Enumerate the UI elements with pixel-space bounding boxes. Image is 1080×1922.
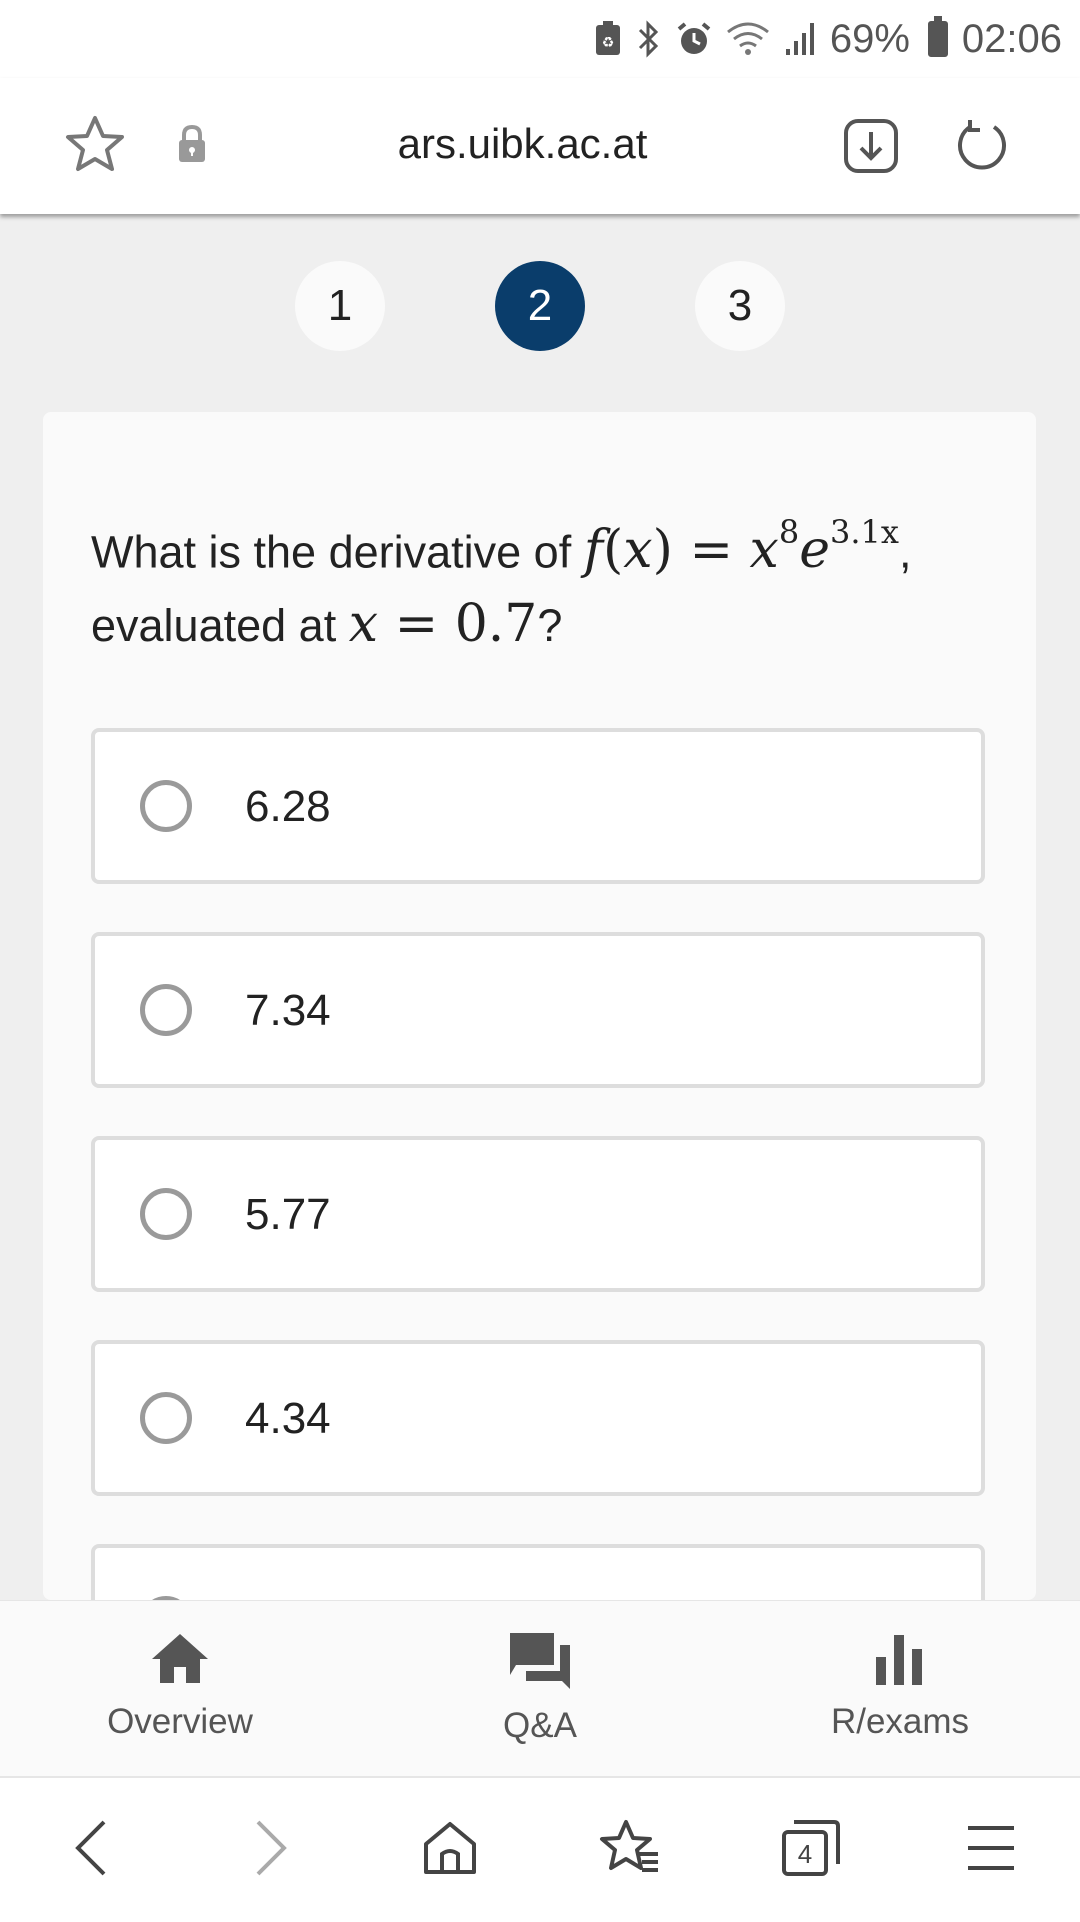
home-page-icon[interactable] — [420, 1818, 480, 1883]
radio-button[interactable] — [140, 780, 192, 832]
forum-icon — [510, 1633, 570, 1689]
radio-button[interactable] — [140, 1392, 192, 1444]
forward-icon[interactable] — [252, 1818, 292, 1883]
back-icon[interactable] — [70, 1818, 110, 1883]
download-icon[interactable] — [843, 118, 899, 179]
question-prefix: What is the derivative of — [91, 526, 572, 578]
formula: f(x) = x8e3.1x — [583, 513, 899, 581]
radio-button[interactable] — [140, 1188, 192, 1240]
radio-button[interactable] — [140, 984, 192, 1036]
question-pager: 1 2 3 — [295, 261, 785, 351]
nav-rexams[interactable]: R/exams — [750, 1631, 1050, 1742]
nav-label: Q&A — [503, 1706, 577, 1745]
question-line2: evaluated at — [91, 600, 337, 652]
nav-label: Overview — [107, 1702, 253, 1741]
browser-bottom-bar: 4 — [0, 1776, 1080, 1922]
answer-option-5[interactable] — [91, 1544, 985, 1600]
clock: 02:06 — [961, 16, 1062, 61]
eval-point: x = 0.7 — [348, 594, 538, 655]
recycle-icon: ♻ — [594, 21, 622, 57]
battery-percent: 69% — [829, 16, 910, 61]
home-icon — [152, 1634, 208, 1683]
reload-icon[interactable] — [953, 116, 1011, 179]
bar-chart-icon — [876, 1635, 922, 1685]
wifi-icon — [726, 22, 770, 56]
answer-option-4[interactable]: 4.34 — [91, 1340, 985, 1496]
page-tab-3[interactable]: 3 — [695, 261, 785, 351]
tabs-icon[interactable]: 4 — [780, 1818, 842, 1883]
question-card: What is the derivative of f(x) = x8e3.1x… — [43, 412, 1036, 1600]
page-tab-2[interactable]: 2 — [495, 261, 585, 351]
battery-icon — [927, 16, 948, 57]
answer-option-1[interactable]: 6.28 — [91, 728, 985, 884]
svg-text:♻: ♻ — [602, 34, 615, 50]
browser-toolbar: ars.uibk.ac.at — [0, 78, 1080, 214]
svg-text:4: 4 — [798, 1839, 812, 1869]
option-label: 7.34 — [245, 986, 331, 1035]
nav-label: R/exams — [830, 1702, 970, 1741]
nav-overview[interactable]: Overview — [30, 1631, 330, 1742]
signal-icon — [784, 21, 816, 57]
bookmarks-icon[interactable] — [598, 1818, 660, 1883]
option-label: 4.34 — [245, 1394, 331, 1443]
alarm-icon — [676, 21, 712, 57]
status-bar: ♻ 69% 02:06 — [0, 0, 1080, 78]
question-text: What is the derivative of f(x) = x8e3.1x… — [91, 513, 912, 655]
option-label: 6.28 — [245, 782, 331, 831]
nav-qa[interactable]: Q&A — [390, 1631, 690, 1746]
answer-option-2[interactable]: 7.34 — [91, 932, 985, 1088]
page-tab-1[interactable]: 1 — [295, 261, 385, 351]
option-label: 5.77 — [245, 1190, 331, 1239]
menu-icon[interactable] — [966, 1818, 1016, 1883]
answer-option-3[interactable]: 5.77 — [91, 1136, 985, 1292]
app-bottom-nav: Overview Q&A R/exams — [0, 1600, 1080, 1777]
bluetooth-icon — [636, 20, 662, 58]
